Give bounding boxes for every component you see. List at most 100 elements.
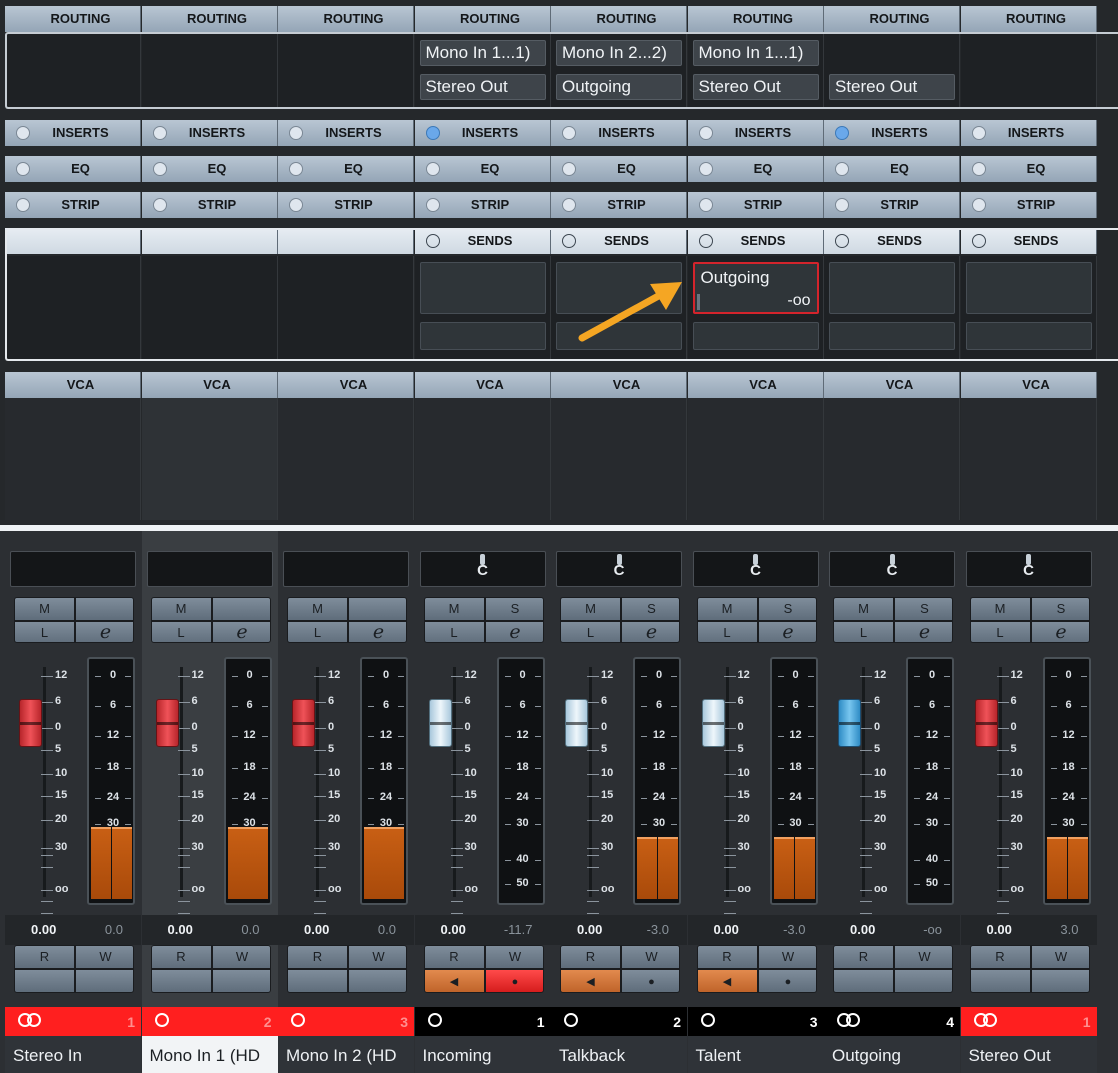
record-button[interactable] bbox=[1031, 970, 1089, 992]
read-automation-button[interactable]: R bbox=[424, 946, 484, 968]
channel-color-bar[interactable]: 2 bbox=[141, 1007, 278, 1036]
rack-header-inserts-5[interactable]: INSERTS bbox=[551, 120, 687, 146]
rack-header-eq-1[interactable]: EQ bbox=[5, 156, 141, 182]
channel-name[interactable]: Talent bbox=[687, 1036, 824, 1073]
power-toggle-icon[interactable] bbox=[971, 126, 986, 140]
power-toggle-icon[interactable] bbox=[835, 198, 849, 212]
edit-button[interactable]: e bbox=[758, 622, 816, 642]
read-automation-button[interactable]: R bbox=[151, 946, 211, 968]
rack-header-inserts-1[interactable]: INSERTS bbox=[5, 120, 141, 146]
rack-header-vca-7[interactable]: VCA bbox=[824, 372, 960, 398]
peak-value[interactable]: -3.0 bbox=[783, 922, 805, 937]
peak-value[interactable]: 3.0 bbox=[1060, 922, 1078, 937]
write-automation-button[interactable]: W bbox=[622, 946, 679, 968]
channel-color-bar[interactable]: 3 bbox=[278, 1007, 414, 1036]
channel-color-bar[interactable]: 2 bbox=[551, 1007, 687, 1036]
power-toggle-icon[interactable] bbox=[971, 198, 986, 212]
peak-value[interactable]: -oo bbox=[923, 922, 942, 937]
power-toggle-icon[interactable] bbox=[289, 198, 303, 212]
rack-header-vca-8[interactable]: VCA bbox=[960, 372, 1097, 398]
rack-header-strip-7[interactable]: STRIP bbox=[824, 192, 960, 218]
pan-control[interactable]: C bbox=[965, 551, 1092, 587]
pan-control[interactable]: C bbox=[692, 551, 819, 587]
monitor-button[interactable]: ◀ bbox=[561, 970, 620, 992]
channel-color-bar[interactable]: 1 bbox=[5, 1007, 141, 1036]
power-toggle-icon[interactable] bbox=[152, 162, 167, 176]
rack-header-routing-3[interactable]: ROUTING bbox=[278, 6, 414, 32]
read-automation-button[interactable]: R bbox=[288, 946, 347, 968]
power-toggle-icon[interactable] bbox=[152, 198, 167, 212]
rack-header-inserts-6[interactable]: INSERTS bbox=[687, 120, 824, 146]
power-toggle-icon[interactable] bbox=[562, 126, 576, 140]
rack-header-eq-5[interactable]: EQ bbox=[551, 156, 687, 182]
listen-button[interactable]: L bbox=[288, 622, 347, 642]
fader-value[interactable]: 0.00 bbox=[31, 922, 56, 937]
write-automation-button[interactable]: W bbox=[349, 946, 406, 968]
channel-name[interactable]: Stereo Out bbox=[960, 1036, 1097, 1073]
power-toggle-icon[interactable] bbox=[425, 126, 440, 140]
record-button[interactable]: ● bbox=[485, 970, 543, 992]
mute-button[interactable]: M bbox=[151, 598, 211, 620]
rack-header-routing-8[interactable]: ROUTING bbox=[960, 6, 1097, 32]
solo-button[interactable]: S bbox=[485, 598, 543, 620]
rack-header-routing-6[interactable]: ROUTING bbox=[687, 6, 824, 32]
channel-name[interactable]: Incoming bbox=[414, 1036, 551, 1073]
power-toggle-icon[interactable] bbox=[152, 126, 167, 140]
rack-header-vca-6[interactable]: VCA bbox=[687, 372, 824, 398]
channel-name[interactable]: Outgoing bbox=[824, 1036, 960, 1073]
power-toggle-icon[interactable] bbox=[425, 162, 440, 176]
power-toggle-icon[interactable] bbox=[16, 198, 30, 212]
fader-handle[interactable] bbox=[155, 699, 179, 747]
rack-header-strip-2[interactable]: STRIP bbox=[141, 192, 278, 218]
fader-handle[interactable] bbox=[974, 699, 998, 747]
mute-button[interactable]: M bbox=[561, 598, 620, 620]
power-toggle-icon[interactable] bbox=[425, 198, 440, 212]
peak-value[interactable]: 0.0 bbox=[105, 922, 123, 937]
channel-name[interactable]: Mono In 2 (HD bbox=[278, 1036, 414, 1073]
channel-color-bar[interactable]: 1 bbox=[414, 1007, 551, 1036]
record-button[interactable]: ● bbox=[758, 970, 816, 992]
write-automation-button[interactable]: W bbox=[485, 946, 543, 968]
read-automation-button[interactable]: R bbox=[970, 946, 1030, 968]
fader-value[interactable]: 0.00 bbox=[577, 922, 602, 937]
write-automation-button[interactable]: W bbox=[212, 946, 270, 968]
channel-color-bar[interactable]: 4 bbox=[824, 1007, 960, 1036]
rack-header-inserts-7[interactable]: INSERTS bbox=[824, 120, 960, 146]
write-automation-button[interactable]: W bbox=[76, 946, 133, 968]
rack-header-inserts-3[interactable]: INSERTS bbox=[278, 120, 414, 146]
rack-header-inserts-8[interactable]: INSERTS bbox=[960, 120, 1097, 146]
rack-header-strip-1[interactable]: STRIP bbox=[5, 192, 141, 218]
fader-value[interactable]: 0.00 bbox=[304, 922, 329, 937]
write-automation-button[interactable]: W bbox=[1031, 946, 1089, 968]
rack-header-eq-6[interactable]: EQ bbox=[687, 156, 824, 182]
power-toggle-icon[interactable] bbox=[835, 162, 849, 176]
channel-color-bar[interactable]: 3 bbox=[687, 1007, 824, 1036]
rack-header-strip-8[interactable]: STRIP bbox=[960, 192, 1097, 218]
solo-button[interactable] bbox=[349, 598, 406, 620]
power-toggle-icon[interactable] bbox=[16, 162, 30, 176]
listen-button[interactable]: L bbox=[151, 622, 211, 642]
listen-button[interactable]: L bbox=[424, 622, 484, 642]
rack-header-strip-3[interactable]: STRIP bbox=[278, 192, 414, 218]
edit-button[interactable]: e bbox=[622, 622, 679, 642]
rack-header-eq-2[interactable]: EQ bbox=[141, 156, 278, 182]
fader-value[interactable]: 0.00 bbox=[441, 922, 466, 937]
fader-value[interactable]: 0.00 bbox=[987, 922, 1012, 937]
read-automation-button[interactable]: R bbox=[15, 946, 74, 968]
rack-header-vca-2[interactable]: VCA bbox=[141, 372, 278, 398]
rack-header-eq-4[interactable]: EQ bbox=[414, 156, 551, 182]
rack-header-vca-5[interactable]: VCA bbox=[551, 372, 687, 398]
power-toggle-icon[interactable] bbox=[289, 162, 303, 176]
mute-button[interactable]: M bbox=[970, 598, 1030, 620]
record-button[interactable]: ● bbox=[622, 970, 679, 992]
rack-header-routing-2[interactable]: ROUTING bbox=[141, 6, 278, 32]
pan-control[interactable]: C bbox=[556, 551, 682, 587]
solo-button[interactable]: S bbox=[895, 598, 952, 620]
power-toggle-icon[interactable] bbox=[289, 126, 303, 140]
record-button[interactable] bbox=[76, 970, 133, 992]
peak-value[interactable]: 0.0 bbox=[378, 922, 396, 937]
rack-header-strip-5[interactable]: STRIP bbox=[551, 192, 687, 218]
rack-header-routing-7[interactable]: ROUTING bbox=[824, 6, 960, 32]
read-automation-button[interactable]: R bbox=[834, 946, 893, 968]
rack-header-eq-3[interactable]: EQ bbox=[278, 156, 414, 182]
